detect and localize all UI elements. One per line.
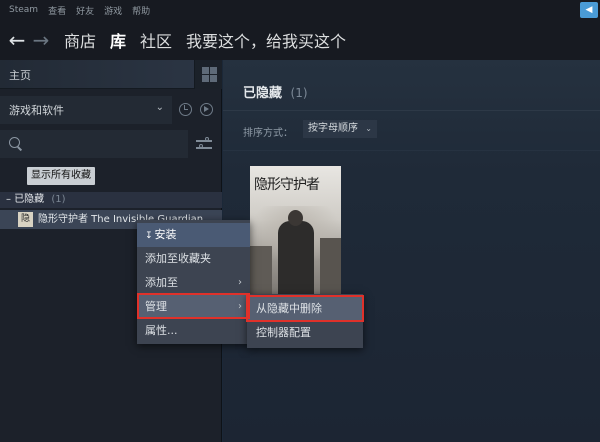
divider xyxy=(223,150,600,151)
sort-select[interactable]: 按字母顺序 ⌄ xyxy=(303,120,377,138)
chevron-right-icon: › xyxy=(238,277,242,288)
grid-view-icon[interactable] xyxy=(194,60,222,89)
clock-icon[interactable] xyxy=(179,103,192,116)
menu-bar: Steam 查看 好友 游戏 帮助 ◀ xyxy=(0,0,600,20)
add-to-menu-item[interactable]: 添加至 › xyxy=(137,271,250,295)
cover-building xyxy=(320,238,341,300)
nav-profile[interactable]: 我要这个，给我买这个 xyxy=(186,28,346,52)
controller-config-menu-item[interactable]: 控制器配置 xyxy=(247,321,363,345)
menu-help[interactable]: 帮助 xyxy=(132,4,150,17)
menu-games[interactable]: 游戏 xyxy=(104,4,122,17)
cover-building xyxy=(250,246,272,300)
sort-label: 排序方式： xyxy=(243,128,293,139)
menu-friends[interactable]: 好友 xyxy=(76,4,94,17)
nav-links: 商店 库 社区 我要这个，给我买这个 xyxy=(64,28,360,52)
install-label: 安装 xyxy=(154,228,177,241)
back-arrow-icon[interactable]: ← xyxy=(6,28,28,52)
home-label: 主页 xyxy=(9,69,31,82)
properties-label: 属性... xyxy=(145,324,178,337)
collapse-dash: – xyxy=(6,194,11,205)
install-menu-item[interactable]: ↧ 安装 xyxy=(137,223,250,247)
search-row xyxy=(0,130,222,158)
nav-community[interactable]: 社区 xyxy=(140,28,172,52)
home-row[interactable]: 主页 xyxy=(0,60,222,89)
cover-figure xyxy=(278,221,314,300)
menu-steam[interactable]: Steam xyxy=(9,5,38,15)
collection-view: 已隐藏 (1) 排序方式： 按字母顺序 ⌄ 隐形守护者 xyxy=(223,60,600,442)
play-icon[interactable] xyxy=(200,103,213,116)
highlight-remove-from-hidden xyxy=(246,295,364,322)
context-menu: ↧ 安装 添加至收藏夹 添加至 › 管理 › 属性... xyxy=(137,220,250,344)
games-filter-select[interactable]: 游戏和软件 ⌄ xyxy=(0,96,172,124)
divider xyxy=(223,110,600,111)
add-to-collection-label: 添加至收藏夹 xyxy=(145,252,211,265)
download-icon: ↧ xyxy=(145,231,153,241)
filter-row: 游戏和软件 ⌄ xyxy=(0,96,222,124)
search-input[interactable] xyxy=(0,130,188,158)
chevron-down-icon: ⌄ xyxy=(155,102,164,113)
game-cover-art[interactable]: 隐形守护者 xyxy=(250,166,341,300)
nav-store[interactable]: 商店 xyxy=(64,28,96,52)
sort-value: 按字母顺序 xyxy=(308,123,358,134)
menu-view[interactable]: 查看 xyxy=(48,4,66,17)
game-icon: 隐 xyxy=(18,212,33,227)
collection-header-hidden[interactable]: – 已隐藏 (1) xyxy=(0,192,222,208)
nav-library[interactable]: 库 xyxy=(110,28,126,52)
collection-count: (1) xyxy=(51,194,66,205)
collection-name: 已隐藏 xyxy=(14,194,45,205)
add-to-label: 添加至 xyxy=(145,276,178,289)
properties-menu-item[interactable]: 属性... xyxy=(137,319,250,343)
cover-title-art: 隐形守护者 xyxy=(254,177,320,193)
chevron-down-icon: ⌄ xyxy=(365,124,372,133)
filter-label: 游戏和软件 xyxy=(9,104,64,117)
megaphone-icon[interactable]: ◀ xyxy=(580,2,598,18)
add-to-collection-menu-item[interactable]: 添加至收藏夹 xyxy=(137,247,250,271)
nav-bar: ← → 商店 库 社区 我要这个，给我买这个 xyxy=(0,20,600,60)
collection-title-count: (1) xyxy=(290,86,308,100)
highlight-manage xyxy=(137,293,250,319)
collection-title-text: 已隐藏 xyxy=(243,86,283,101)
collection-title: 已隐藏 (1) xyxy=(243,82,308,101)
controller-config-label: 控制器配置 xyxy=(256,326,311,339)
forward-arrow-icon[interactable]: → xyxy=(30,28,52,52)
show-all-collections-tooltip[interactable]: 显示所有收藏 xyxy=(27,167,95,185)
advanced-filter-icon[interactable] xyxy=(196,137,214,151)
search-icon xyxy=(9,137,20,148)
cover-figure-head xyxy=(288,210,303,226)
